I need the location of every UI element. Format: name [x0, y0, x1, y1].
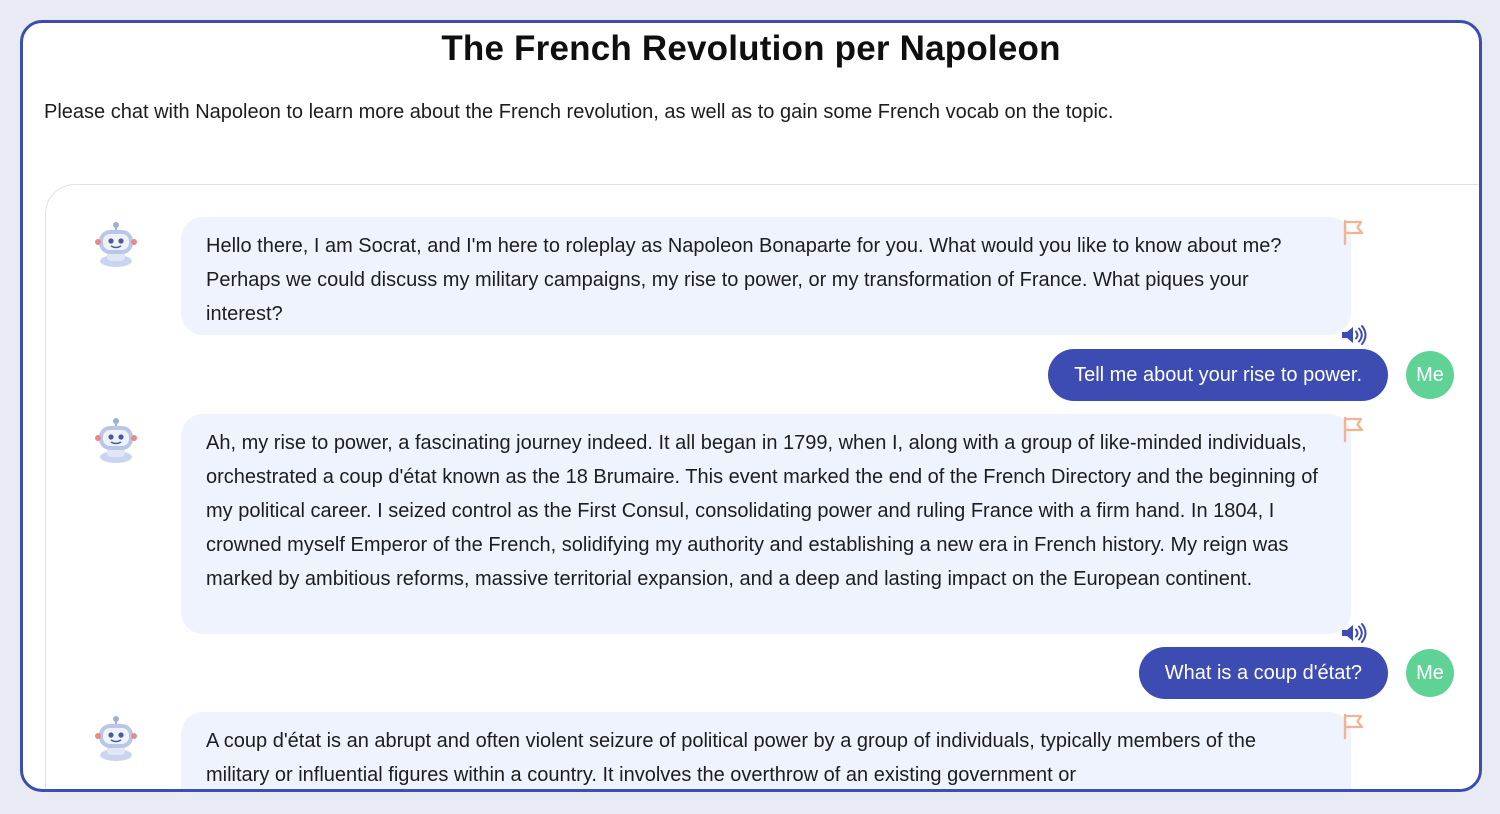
- bot-message-text: Hello there, I am Socrat, and I'm here t…: [206, 235, 1282, 325]
- speaker-icon[interactable]: [1340, 622, 1368, 644]
- robot-avatar-icon: [93, 220, 139, 268]
- bot-message-text: Ah, my rise to power, a fascinating jour…: [206, 432, 1318, 590]
- bot-message: Ah, my rise to power, a fascinating jour…: [181, 414, 1351, 634]
- page-title: The French Revolution per Napoleon: [441, 29, 1061, 68]
- flag-icon[interactable]: [1341, 712, 1367, 740]
- user-message: Tell me about your rise to power.: [1048, 349, 1388, 401]
- app-frame: The French Revolution per Napoleon Pleas…: [20, 20, 1482, 792]
- bot-message: A coup d'état is an abrupt and often vio…: [181, 712, 1351, 789]
- user-message: What is a coup d'état?: [1138, 647, 1388, 699]
- flag-icon[interactable]: [1341, 218, 1367, 246]
- speaker-icon[interactable]: [1340, 324, 1368, 346]
- robot-avatar-icon: [93, 714, 139, 762]
- chat-panel[interactable]: Hello there, I am Socrat, and I'm here t…: [45, 184, 1479, 789]
- flag-icon[interactable]: [1341, 415, 1367, 443]
- bot-message-text: A coup d'état is an abrupt and often vio…: [206, 730, 1256, 786]
- page-subtitle: Please chat with Napoleon to learn more …: [44, 101, 1114, 123]
- robot-avatar-icon: [93, 416, 139, 464]
- bot-message: Hello there, I am Socrat, and I'm here t…: [181, 217, 1351, 335]
- user-avatar: Me: [1406, 649, 1454, 697]
- user-avatar: Me: [1406, 351, 1454, 399]
